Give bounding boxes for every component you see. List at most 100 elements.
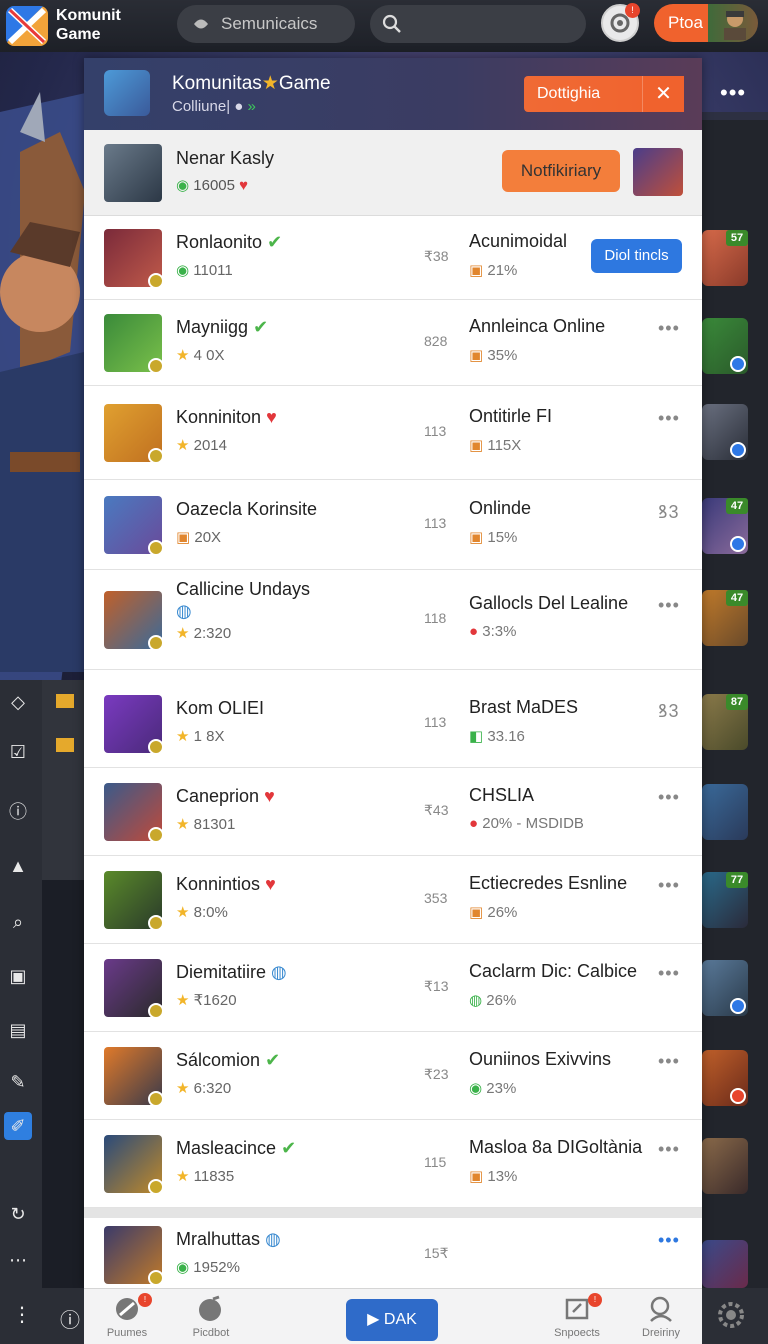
row-count: 15₹ xyxy=(424,1245,449,1261)
row-avatar xyxy=(104,1226,164,1286)
row-more-button[interactable]: ••• xyxy=(658,1230,680,1251)
row-more-button[interactable]: ••• xyxy=(658,1139,680,1160)
row-stat: ★ 4 0X xyxy=(176,346,224,364)
dismiss-label: Dottighia xyxy=(537,85,601,102)
avatar-badge-icon xyxy=(148,1179,164,1195)
chevron-right-icon: » xyxy=(247,98,256,115)
row-avatar xyxy=(104,959,164,1019)
refresh-icon[interactable]: ↻ xyxy=(4,1200,32,1228)
list-item[interactable]: Masleacince ✔ ★ 11835 115 Masloa 8a DIGoltà… xyxy=(84,1120,702,1208)
side-thumbnail[interactable]: 47 xyxy=(702,498,748,554)
diamond-icon[interactable]: ◇ xyxy=(4,688,32,716)
search-input[interactable] xyxy=(410,15,570,33)
row-name-text: Caneprion xyxy=(176,786,260,806)
row-avatar xyxy=(104,229,164,289)
notifications-button[interactable]: ! xyxy=(601,3,640,42)
nav-picdbot[interactable]: Picdbot xyxy=(176,1295,246,1339)
row-avatar xyxy=(104,1047,164,1107)
list-item[interactable]: Diemitatiire ◍ ★ ₹1620 ₹13 Caclarm Dic: Cal… xyxy=(84,944,702,1032)
box-icon: ▣ xyxy=(469,1168,484,1185)
more-vertical-icon[interactable]: ⋮ xyxy=(12,1302,32,1327)
triangle-icon[interactable]: ▲ xyxy=(4,852,32,880)
app-logo-icon[interactable] xyxy=(6,6,48,46)
row-name-text: Diemitatiire xyxy=(176,962,267,982)
side-thumbnail[interactable]: 87 xyxy=(702,694,748,750)
more-icon[interactable]: ⋯ xyxy=(4,1246,32,1274)
side-thumbnail[interactable] xyxy=(702,1240,748,1288)
settings-icon[interactable] xyxy=(714,1298,748,1332)
featured-stat: ◉ 16005 ♥ xyxy=(176,176,248,194)
side-thumbnail[interactable]: 57 xyxy=(702,230,748,286)
featured-name: Nenar Kasly xyxy=(176,148,275,168)
list-item[interactable]: Caneprion ♥ ★ 81301 ₹43 CHSLIA ● 20% - MSDID… xyxy=(84,768,702,856)
list-item[interactable]: Oazecla Korinsite ▣ 20X 113 Onlinde ▣ 15% ꝸ3 xyxy=(84,480,702,570)
row-more-button[interactable]: ••• xyxy=(658,1051,680,1072)
row-avatar xyxy=(104,314,164,374)
side-thumbnail[interactable] xyxy=(702,318,748,374)
pro-profile-button[interactable]: Ptoa xyxy=(654,4,758,42)
row-more-button[interactable]: ••• xyxy=(658,963,680,984)
row-more-button[interactable]: ••• xyxy=(658,875,680,896)
info-icon[interactable]: ⓘ xyxy=(60,1304,80,1333)
save-icon[interactable]: ▣ xyxy=(4,962,32,990)
row-stat-value: 4 0X xyxy=(193,347,225,364)
close-icon[interactable]: ✕ xyxy=(642,76,684,112)
dismiss-banner-button[interactable]: Dottighia ✕ xyxy=(524,76,684,112)
side-thumbnail[interactable] xyxy=(702,1138,748,1194)
edit-icon[interactable]: ✐ xyxy=(4,1112,32,1140)
row-more-button[interactable]: ꝸ3 xyxy=(658,500,679,524)
list-item[interactable]: Konniniton ♥ ★ 2014 113 Ontitirle FI ▣ 115X •… xyxy=(84,386,702,480)
list-item[interactable]: Konnintios ♥ ★ 8:0% 353 Ectiecredes Esnline… xyxy=(84,856,702,944)
nav-games[interactable]: ! Puumes xyxy=(92,1293,162,1339)
row-more-button[interactable]: ••• xyxy=(658,595,680,616)
side-thumbnail[interactable] xyxy=(702,404,748,460)
top-more-button[interactable]: ••• xyxy=(720,80,746,106)
nav-label: Puumes xyxy=(106,1327,148,1339)
row-more-button[interactable]: ꝸ3 xyxy=(658,699,679,723)
heart-icon: ● xyxy=(469,815,479,832)
row-secondary-stat-value: 26% xyxy=(486,992,517,1009)
community-search-label: Semunicaics xyxy=(221,14,318,33)
side-thumbnail[interactable]: 47 xyxy=(702,590,748,646)
panel-subtitle-text: Colliune| xyxy=(172,98,231,115)
row-action-button[interactable]: Diol tincls xyxy=(591,239,682,273)
play-button[interactable]: ▶ DAK xyxy=(346,1299,438,1341)
nav-label: Snpoects xyxy=(554,1327,600,1339)
row-name: Konnintios ♥ xyxy=(176,873,326,895)
top-bar: Komunit Game Semunicaics ! Ptoa xyxy=(0,0,768,52)
tools-icon[interactable]: ✎ xyxy=(4,1068,32,1096)
community-search-pill[interactable]: Semunicaics xyxy=(177,5,355,43)
info-icon[interactable]: ⓘ xyxy=(4,798,32,826)
side-thumbnail[interactable] xyxy=(702,1050,748,1106)
community-icon xyxy=(194,19,208,29)
star-icon: ★ xyxy=(176,347,190,364)
list-item[interactable]: Mayniigg ✔ ★ 4 0X 828 Annleinca Online ▣ 35%… xyxy=(84,300,702,386)
list-item[interactable]: Sálcomion ✔ ★ 6:320 ₹23 Ouniinos Exivvins ◉ … xyxy=(84,1032,702,1120)
featured-row[interactable]: Nenar Kasly ◉ 16005 ♥ Notfikiriary xyxy=(84,130,702,216)
community-avatar xyxy=(104,70,150,116)
row-more-button[interactable]: ••• xyxy=(658,787,680,808)
panel-header: Komunitas★Game Colliune| ● » Dottighia ✕ xyxy=(84,58,702,130)
thumb-badge: 57 xyxy=(726,230,748,246)
calendar-icon[interactable]: ▤ xyxy=(4,1016,32,1044)
search-field[interactable] xyxy=(370,5,586,43)
search-icon[interactable]: ⌕ xyxy=(4,908,32,936)
list-item[interactable]: Callicine Undays ◍ ★ 2:320 118 Gallocls Del… xyxy=(84,570,702,670)
nav-snapshots[interactable]: ! Snpoects xyxy=(542,1293,612,1339)
check-icon[interactable]: ☑ xyxy=(4,738,32,766)
verified-icon: ✔ xyxy=(281,1138,297,1158)
side-thumbnail[interactable]: 77 xyxy=(702,872,748,928)
side-thumbnail[interactable] xyxy=(702,784,748,840)
featured-thumbnail[interactable] xyxy=(633,148,683,196)
row-secondary-stat: ▣ 13% xyxy=(469,1167,517,1185)
list-item[interactable]: Kom OLIEI ★ 1 8X 113 Brast MaDES ◧ 33.16 ꝸ3 xyxy=(84,680,702,768)
side-thumbnail[interactable] xyxy=(702,960,748,1016)
list-item[interactable]: Ronlaonito ✔ ◉ 11011 ₹38 Acunimoidal ▣ 21% Di… xyxy=(84,216,702,300)
list-item[interactable]: Mralhuttas ◍ ◉ 1952% 15₹ ••• xyxy=(84,1220,702,1288)
notify-button[interactable]: Notfikiriary xyxy=(502,150,620,192)
nav-label: Picdbot xyxy=(192,1327,230,1339)
row-more-button[interactable]: ••• xyxy=(658,408,680,429)
row-more-button[interactable]: ••• xyxy=(658,318,680,339)
thumb-badge: 47 xyxy=(726,590,748,606)
nav-drawing[interactable]: Dreiriny xyxy=(626,1295,696,1339)
